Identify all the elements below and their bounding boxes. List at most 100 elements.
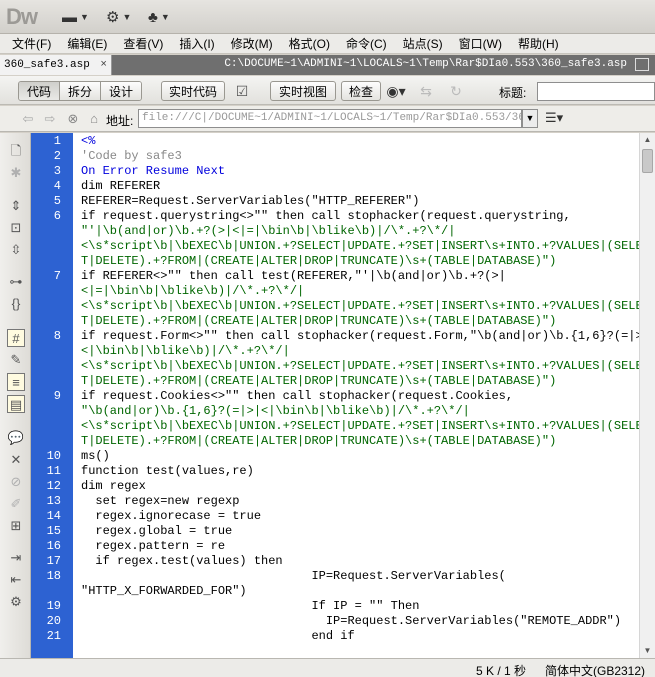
menu-insert[interactable]: 插入(I) [171,35,222,52]
site-dropdown[interactable]: ♣ ▼ [148,7,170,27]
menu-window[interactable]: 窗口(W) [451,35,510,52]
line-number: 1 [53,134,61,148]
line-number: 12 [46,479,61,493]
menu-file[interactable]: 文件(F) [0,35,59,52]
live-view-button[interactable]: 实时视图 [270,81,336,101]
line-numbers-icon[interactable]: # [7,329,25,347]
code-editor[interactable]: <% 'Code by safe3 On Error Resume Next d… [73,133,639,658]
highlight-invalid-code-icon[interactable]: ✎ [7,351,25,369]
line-number: 2 [53,149,61,163]
app-bar: Dw ▬ ▼ ⚙ ▼ ♣ ▼ [0,0,655,34]
extend-dropdown[interactable]: ⚙ ▼ [106,7,131,27]
show-code-navigator-icon: ✱ [10,165,22,180]
collapse-selection-icon[interactable]: ⊡ [7,219,25,237]
scroll-thumb[interactable] [642,149,653,173]
menu-format[interactable]: 格式(O) [281,35,338,52]
code-line: <\s*script\b|\bEXEC\b|UNION.+?SELECT|UPD… [81,299,639,313]
line-number: 21 [46,629,61,643]
recent-snippets-icon: ✐ [10,496,22,511]
open-documents-icon[interactable]: 🗋 [7,142,25,160]
document-tab[interactable]: 360_safe3.asp × [0,55,112,75]
line-number: 10 [46,449,61,463]
balance-braces-icon[interactable]: {} [7,295,25,313]
code-line: if regex.test(values) then [81,554,283,568]
apply-comment-icon[interactable]: 💬 [7,429,25,447]
address-input[interactable]: file:///C|/DOCUME~1/ADMINI~1/LOCALS~1/Te… [138,109,522,128]
title-input[interactable] [537,82,655,101]
code-line: if request.querystring<>"" then call sto… [81,209,571,223]
indent-code-icon[interactable]: ⇥ [7,549,25,567]
layout-dropdown[interactable]: ▬ ▼ [62,7,89,27]
code-line: "HTTP_X_FORWARDED_FOR") [81,584,247,598]
wrap-tag-icon: ⊘ [10,474,22,489]
code-line: ms() [81,449,110,463]
code-line: On Error Resume Next [81,164,226,178]
collapse-tag-icon[interactable]: ⇕ [7,197,25,215]
remove-comment-icon[interactable]: ✕ [7,451,25,469]
split-view-button[interactable]: 拆分 [60,82,102,100]
scroll-down-icon[interactable]: ▼ [640,644,655,658]
address-bar: ⇦ ⇨ ⊗ ⌂ 地址: file:///C|/DOCUME~1/ADMINI~1… [0,106,655,132]
line-number: 11 [46,464,61,478]
expand-all-icon[interactable]: ⇳ [7,241,25,259]
code-line: <% [81,134,96,148]
line-number: 13 [46,494,61,508]
code-line: function test(values,re) [81,464,254,478]
menu-bar: 文件(F) 编辑(E) 查看(V) 插入(I) 修改(M) 格式(O) 命令(C… [0,34,655,54]
line-number: 5 [53,194,61,208]
code-line: REFERER=Request.ServerVariables("HTTP_RE… [81,194,420,208]
line-number: 3 [53,164,61,178]
word-wrap-icon[interactable]: ≡ [7,373,25,391]
code-line: regex.global = true [81,524,233,538]
code-line: <|\bin\b|\blike\b)|/\*.+?\*/| [81,344,290,358]
document-toolbar: 代码 拆分 设计 实时代码 ☑ 实时视图 检查 ◉▾ ⇆ ↻ 标题: [0,76,655,105]
menu-commands[interactable]: 命令(C) [338,35,395,52]
code-line: T|DELETE).+?FROM|(CREATE|ALTER|DROP|TRUN… [81,374,557,388]
outdent-code-icon[interactable]: ⇤ [7,571,25,589]
validate-markup-icon[interactable]: ☑ [232,83,252,99]
browser-preview-icon[interactable]: ◉▾ [386,83,406,99]
menu-view[interactable]: 查看(V) [115,35,171,52]
code-line: regex.pattern = re [81,539,226,553]
design-view-button[interactable]: 设计 [101,82,142,100]
restore-window-icon[interactable] [635,58,649,71]
menu-help[interactable]: 帮助(H) [510,35,567,52]
view-options-icon[interactable]: ☰▾ [545,110,571,128]
chevron-down-icon: ▼ [160,12,170,22]
home-icon[interactable]: ⌂ [86,111,102,127]
code-line: dim REFERER [81,179,161,193]
site-icon: ♣ [148,8,158,26]
title-label: 标题: [499,86,527,100]
stop-icon[interactable]: ⊗ [65,111,81,127]
status-bar: 5 K / 1 秒 简体中文(GB2312) [0,658,655,677]
select-parent-tag-icon[interactable]: ⊶ [7,273,25,291]
line-number: 19 [46,599,61,613]
code-line: <\s*script\b|\bEXEC\b|UNION.+?SELECT|UPD… [81,239,639,253]
gear-icon: ⚙ [106,9,120,26]
format-source-code-icon[interactable]: ⚙ [7,593,25,611]
view-mode-group: 代码 拆分 设计 [18,81,143,101]
menu-modify[interactable]: 修改(M) [223,35,281,52]
back-icon: ⇦ [22,111,34,126]
menu-edit[interactable]: 编辑(E) [59,35,115,52]
scroll-up-icon[interactable]: ▲ [640,133,655,147]
code-line: "'|\b(and|or)\b.+?(>|<|=|\bin\b|\blike\b… [81,224,456,238]
syntax-coloring-icon[interactable]: ▤ [7,395,25,413]
document-tab-bar: 360_safe3.asp × C:\DOCUME~1\ADMINI~1\LOC… [0,55,655,75]
code-view-button[interactable]: 代码 [19,82,61,100]
chevron-down-icon[interactable]: ▼ [522,109,538,128]
code-line: if request.Cookies<>"" then call stophac… [81,389,514,403]
file-management-icon: ⇆ [420,83,432,99]
document-path: C:\DOCUME~1\ADMINI~1\LOCALS~1\Temp\Rar$D… [224,58,627,70]
inspect-button[interactable]: 检查 [341,81,381,101]
code-line: <\s*script\b|\bEXEC\b|UNION.+?SELECT|UPD… [81,359,639,373]
live-code-button[interactable]: 实时代码 [161,81,225,101]
move-css-icon[interactable]: ⊞ [7,517,25,535]
code-line: IP=Request.ServerVariables("REMOTE_ADDR"… [81,614,622,628]
vertical-scrollbar[interactable]: ▲ ▼ [639,133,655,658]
code-line: <\s*script\b|\bEXEC\b|UNION.+?SELECT|UPD… [81,419,639,433]
line-number: 14 [46,509,61,523]
line-number: 16 [46,539,61,553]
close-icon[interactable]: × [100,59,107,71]
menu-site[interactable]: 站点(S) [395,35,451,52]
